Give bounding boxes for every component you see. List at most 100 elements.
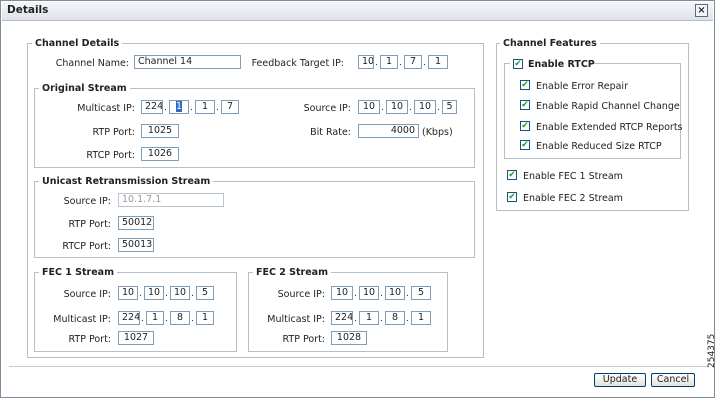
ip-dot: . (406, 314, 409, 324)
feedback-ip-octet-2[interactable]: 1 (380, 55, 398, 69)
selected-text: 1 (175, 101, 183, 112)
channel-name-label: Channel Name: (55, 58, 129, 69)
ip-dot: . (165, 314, 168, 324)
bit-rate-unit: (Kbps) (422, 127, 453, 138)
ip-dot: . (375, 58, 378, 68)
figure-number: 254375 (707, 333, 717, 368)
title-bar: Details × (2, 2, 713, 21)
channel-features-legend: Channel Features (500, 38, 600, 49)
close-icon[interactable]: × (695, 4, 708, 17)
source-ip-octet-3[interactable]: 10 (414, 100, 436, 114)
feedback-ip-octet-1[interactable]: 10 (358, 55, 374, 69)
ip-dot: . (380, 289, 383, 299)
rtp-port-field[interactable]: 1025 (141, 124, 179, 138)
ip-dot: . (380, 314, 383, 324)
unicast-rtcp-port-field[interactable]: 50013 (118, 238, 154, 252)
ip-dot: . (164, 103, 167, 113)
ip-dot: . (437, 103, 440, 113)
reduced-size-rtcp-checkbox[interactable]: ✔ (520, 140, 530, 150)
fec1-multicast-ip-octet-4[interactable]: 1 (196, 311, 214, 325)
fec2-source-ip-octet-4[interactable]: 5 (411, 286, 431, 300)
ip-dot: . (406, 289, 409, 299)
unicast-source-ip-label: Source IP: (63, 196, 111, 207)
ip-dot: . (354, 289, 357, 299)
unicast-rtp-port-field[interactable]: 50012 (118, 216, 154, 230)
source-ip-octet-1[interactable]: 10 (358, 100, 380, 114)
footer-divider (9, 366, 709, 367)
channel-details-legend: Channel Details (32, 38, 123, 49)
fec2-rtp-port-label: RTP Port: (282, 334, 326, 345)
cancel-button[interactable]: Cancel (651, 373, 695, 387)
rtcp-port-field[interactable]: 1026 (141, 147, 179, 161)
source-ip-label: Source IP: (303, 103, 351, 114)
fec1-source-ip-octet-1[interactable]: 10 (118, 286, 138, 300)
fec2-source-ip-octet-1[interactable]: 10 (331, 286, 353, 300)
rtcp-port-label: RTCP Port: (86, 150, 135, 161)
fec2-multicast-ip-octet-1[interactable]: 224 (331, 311, 353, 325)
multicast-ip-octet-3[interactable]: 1 (195, 100, 215, 114)
multicast-ip-label: Multicast IP: (77, 103, 135, 114)
enable-fec1-checkbox[interactable]: ✔ (507, 170, 517, 180)
fec2-multicast-ip-octet-3[interactable]: 8 (385, 311, 405, 325)
ip-dot: . (381, 103, 384, 113)
rapid-channel-change-label: Enable Rapid Channel Change (536, 101, 680, 112)
enable-fec2-label: Enable FEC 2 Stream (523, 193, 623, 204)
unicast-retransmission-legend: Unicast Retransmission Stream (39, 176, 214, 187)
fec1-multicast-ip-octet-2[interactable]: 1 (146, 311, 164, 325)
ip-dot: . (423, 58, 426, 68)
ip-dot: . (354, 314, 357, 324)
feedback-ip-octet-3[interactable]: 7 (404, 55, 422, 69)
ip-dot: . (190, 103, 193, 113)
extended-rtcp-reports-label: Enable Extended RTCP Reports (536, 122, 683, 133)
feedback-ip-octet-4[interactable]: 1 (428, 55, 448, 69)
ip-dot: . (399, 58, 402, 68)
rtp-port-label: RTP Port: (92, 127, 136, 138)
fec1-source-ip-label: Source IP: (63, 289, 111, 300)
bit-rate-field[interactable]: 4000 (358, 124, 419, 138)
multicast-ip-octet-4[interactable]: 7 (221, 100, 239, 114)
update-button[interactable]: Update (594, 373, 646, 387)
fec2-multicast-ip-octet-4[interactable]: 1 (411, 311, 431, 325)
fec2-source-ip-octet-3[interactable]: 10 (385, 286, 405, 300)
enable-rtcp-checkbox[interactable]: ✔ (513, 59, 523, 69)
enable-fec2-checkbox[interactable]: ✔ (507, 192, 517, 202)
ip-dot: . (216, 103, 219, 113)
ip-dot: . (141, 314, 144, 324)
dialog-title: Details (7, 4, 49, 16)
source-ip-octet-2[interactable]: 10 (386, 100, 408, 114)
source-ip-octet-4[interactable]: 5 (442, 100, 457, 114)
ip-dot: . (409, 103, 412, 113)
fec1-rtp-port-label: RTP Port: (68, 334, 112, 345)
channel-name-field[interactable]: Channel 14 (134, 55, 241, 69)
fec2-rtp-port-field[interactable]: 1028 (331, 331, 367, 345)
ip-dot: . (191, 314, 194, 324)
error-repair-checkbox[interactable]: ✔ (520, 80, 530, 90)
error-repair-label: Enable Error Repair (536, 81, 628, 92)
fec1-source-ip-octet-2[interactable]: 10 (144, 286, 164, 300)
unicast-source-ip-field: 10.1.7.1 (118, 193, 224, 207)
fec2-source-ip-octet-2[interactable]: 10 (359, 286, 379, 300)
fec1-stream-legend: FEC 1 Stream (39, 267, 117, 278)
fec2-multicast-ip-octet-2[interactable]: 1 (359, 311, 379, 325)
fec1-multicast-ip-octet-1[interactable]: 224 (118, 311, 140, 325)
ip-dot: . (165, 289, 168, 299)
reduced-size-rtcp-label: Enable Reduced Size RTCP (536, 141, 662, 152)
fec1-rtp-port-field[interactable]: 1027 (118, 331, 154, 345)
extended-rtcp-reports-checkbox[interactable]: ✔ (520, 121, 530, 131)
original-stream-legend: Original Stream (39, 83, 130, 94)
fec2-stream-legend: FEC 2 Stream (253, 267, 331, 278)
fec1-source-ip-octet-4[interactable]: 5 (196, 286, 214, 300)
fec1-multicast-ip-octet-3[interactable]: 8 (170, 311, 190, 325)
unicast-rtp-port-label: RTP Port: (68, 219, 112, 230)
ip-dot: . (139, 289, 142, 299)
fec1-multicast-ip-label: Multicast IP: (53, 314, 111, 325)
multicast-ip-octet-1[interactable]: 224 (141, 100, 163, 114)
enable-rtcp-label: Enable RTCP (528, 59, 595, 70)
fec1-source-ip-octet-3[interactable]: 10 (170, 286, 190, 300)
feedback-target-ip-label: Feedback Target IP: (251, 58, 344, 69)
fec2-source-ip-label: Source IP: (277, 289, 325, 300)
details-dialog: Details × Channel Details Channel Name: … (0, 0, 715, 398)
rapid-channel-change-checkbox[interactable]: ✔ (520, 100, 530, 110)
multicast-ip-octet-2[interactable]: 1 (169, 100, 189, 114)
bit-rate-label: Bit Rate: (310, 127, 351, 138)
